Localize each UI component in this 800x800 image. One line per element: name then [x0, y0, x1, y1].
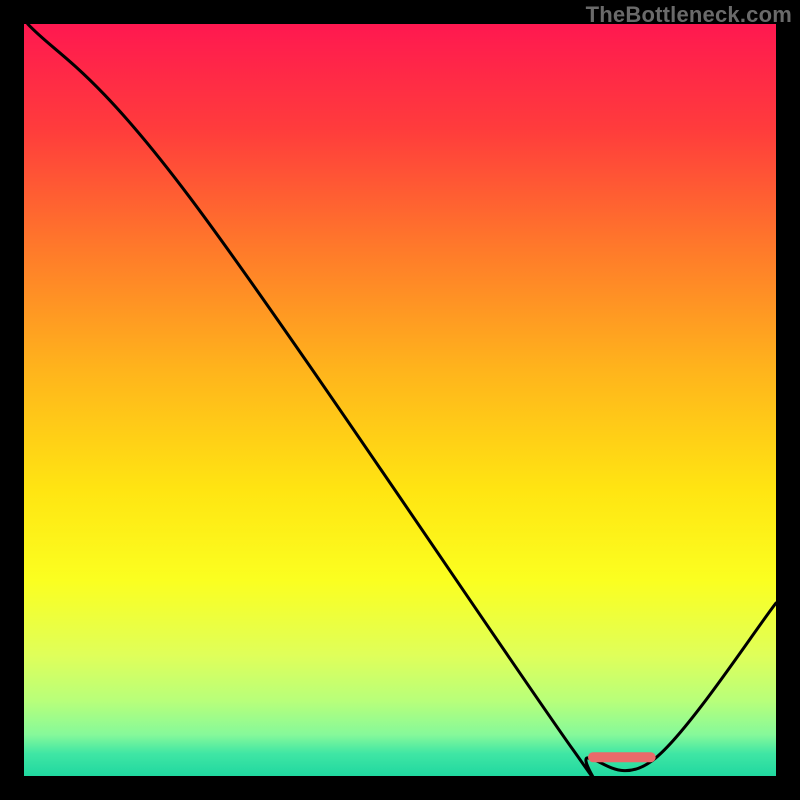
chart-frame: TheBottleneck.com [0, 0, 800, 800]
chart-svg [24, 24, 776, 776]
gradient-background [24, 24, 776, 776]
chart-plot-area [24, 24, 776, 776]
optimal-range-marker [588, 752, 656, 762]
